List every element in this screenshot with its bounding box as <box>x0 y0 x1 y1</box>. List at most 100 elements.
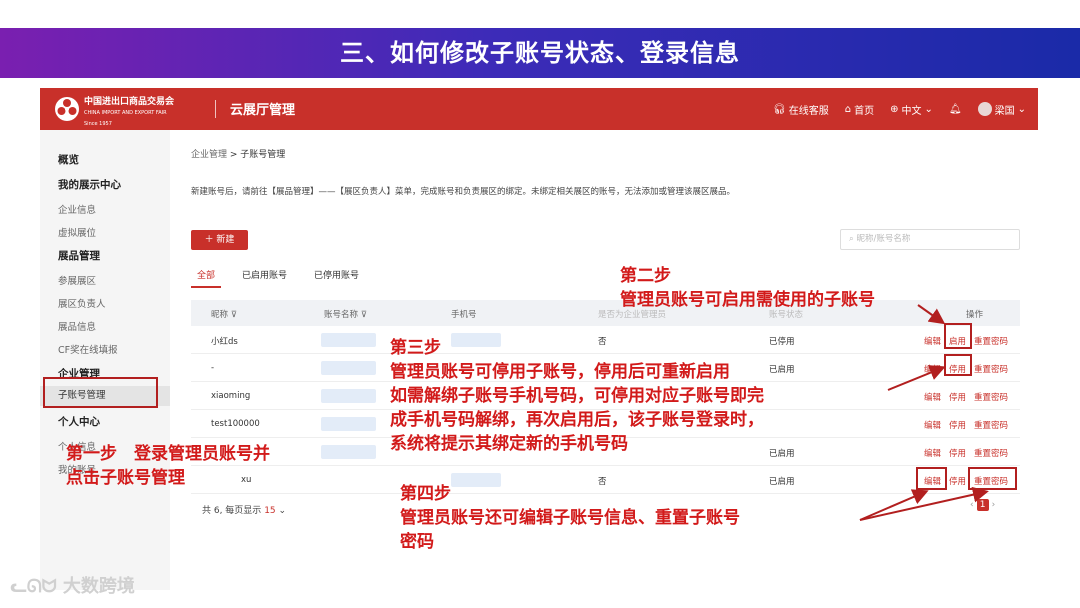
language-label: 中文 <box>901 105 922 117</box>
disable-button[interactable]: 停用 <box>949 475 966 487</box>
pagination-summary: 共 6, 每页显示 15 ⌄ <box>202 503 286 516</box>
column-account-name: 账号名称 ⊽ <box>324 310 367 320</box>
column-phone: 手机号 <box>451 310 477 320</box>
tab-active-indicator <box>191 286 221 288</box>
sidebar-item-personal[interactable]: 个人中心 <box>58 414 100 429</box>
slide-title: 三、如何修改子账号状态、登录信息 <box>0 28 1080 78</box>
avatar <box>977 102 992 116</box>
highlight-sub-account-menu <box>43 377 158 408</box>
edit-button[interactable]: 编辑 <box>924 363 941 375</box>
reset-password-button[interactable]: 重置密码 <box>974 419 1008 431</box>
watermark-text: 大数跨境 <box>62 576 135 597</box>
step3-line2: 管理员账号可停用子账号，停用后可重新启用 <box>390 362 730 382</box>
filter-icon[interactable]: ⊽ <box>231 310 237 320</box>
sidebar-item-exhibit-area[interactable]: 参展展区 <box>58 273 96 287</box>
new-account-button[interactable]: ＋ 新建 <box>191 230 248 250</box>
step4-line3: 密码 <box>400 532 434 552</box>
language-select[interactable]: ⊕ 中文 ⌄ <box>890 102 933 117</box>
edit-button[interactable]: 编辑 <box>924 419 941 431</box>
home-label: 首页 <box>854 105 875 117</box>
cell-status: 已启用 <box>769 477 795 487</box>
edit-button[interactable]: 编辑 <box>924 391 941 403</box>
search-input[interactable]: ⌕ 昵称/账号名称 <box>840 229 1020 250</box>
breadcrumb-parent[interactable]: 企业管理 <box>191 150 227 160</box>
masked-account-name <box>321 389 376 403</box>
step3-annotation: 第三步 管理员账号可停用子账号，停用后可重新启用 如需解绑子账号手机号码，可停用… <box>390 336 764 456</box>
disable-button[interactable]: 停用 <box>949 419 966 431</box>
breadcrumb: 企业管理 > 子账号管理 <box>191 147 285 160</box>
canton-fair-logo-icon <box>55 97 79 121</box>
step1-line1: 第一步 登录管理员账号并 <box>66 444 270 464</box>
home-link[interactable]: ⌂ 首页 <box>845 102 874 117</box>
highlight-edit-button <box>916 467 947 490</box>
reset-password-button[interactable]: 重置密码 <box>974 391 1008 403</box>
header-separator <box>215 100 216 118</box>
step4-line1: 第四步 <box>400 484 451 504</box>
disable-button[interactable]: 停用 <box>949 391 966 403</box>
current-page[interactable]: 1 <box>976 499 989 511</box>
next-page-icon[interactable]: › <box>992 500 996 510</box>
highlight-enable-button <box>944 323 972 349</box>
sidebar-item-virtual-booth[interactable]: 虚拟展位 <box>58 225 96 239</box>
bell-icon: 🔔︎ <box>948 103 962 115</box>
reset-password-button[interactable]: 重置密码 <box>974 363 1008 375</box>
globe-icon: ⊕ <box>890 103 899 115</box>
cell-status: 已启用 <box>769 449 795 459</box>
reset-password-button[interactable]: 重置密码 <box>974 447 1008 459</box>
online-service-label: 在线客服 <box>788 105 829 117</box>
sidebar: 概览 我的展示中心 企业信息 虚拟展位 展品管理 参展展区 展区负责人 展品信息… <box>40 130 170 590</box>
app-header: 中国进出口商品交易会 CHINA IMPORT AND EXPORT FAIR … <box>40 88 1038 130</box>
pagination: ‹ 1 › <box>970 499 995 511</box>
notification-button[interactable]: 🔔︎ <box>949 104 962 115</box>
logo-cn: 中国进出口商品交易会 <box>84 97 175 107</box>
column-nickname: 昵称 ⊽ <box>211 310 237 320</box>
tab-disabled[interactable]: 已停用账号 <box>314 268 359 281</box>
app-title: 云展厅管理 <box>230 103 296 118</box>
cell-status: 已启用 <box>769 365 795 375</box>
sidebar-item-company-info[interactable]: 企业信息 <box>58 202 96 216</box>
breadcrumb-current: 子账号管理 <box>240 150 286 160</box>
sidebar-item-exhibit-info[interactable]: 展品信息 <box>58 319 96 333</box>
masked-account-name <box>321 445 376 459</box>
chevron-down-icon: ⌄ <box>924 103 933 115</box>
breadcrumb-separator: > <box>227 150 241 160</box>
disable-button[interactable]: 停用 <box>949 447 966 459</box>
step1-annotation: 第一步 登录管理员账号并 点击子账号管理 <box>66 442 270 490</box>
step2-line2: 管理员账号可启用需使用的子账号 <box>620 290 875 310</box>
highlight-disable-button <box>944 354 972 376</box>
edit-button[interactable]: 编辑 <box>924 447 941 459</box>
cell-nickname: test100000 <box>211 419 260 429</box>
step3-line3: 如需解绑子账号手机号码，可停用对应子账号即完 <box>390 386 764 406</box>
reset-password-button[interactable]: 重置密码 <box>974 335 1008 347</box>
step4-line2: 管理员账号还可编辑子账号信息、重置子账号 <box>400 508 740 528</box>
masked-account-name <box>321 333 376 347</box>
step2-line1: 第二步 <box>620 266 671 286</box>
chevron-down-icon: ⌄ <box>1017 103 1026 115</box>
logo-en: CHINA IMPORT AND EXPORT FAIR <box>84 110 167 116</box>
notice-text: 新建账号后，请前往【展品管理】——【展区负责人】菜单，完成账号和负责展区的绑定。… <box>191 187 736 197</box>
tab-all[interactable]: 全部 <box>197 268 215 281</box>
prev-page-icon[interactable]: ‹ <box>970 500 974 510</box>
logo-since: Since 1957 <box>84 121 112 127</box>
masked-account-name <box>321 361 376 375</box>
watermark-logo-icon: ᓚᘏᗢ <box>10 576 57 597</box>
sidebar-item-exhibits[interactable]: 展品管理 <box>58 248 100 263</box>
highlight-reset-password-button <box>968 467 1017 490</box>
page-size-select[interactable]: 15 <box>264 506 275 516</box>
cell-nickname: 小红ds <box>211 337 238 347</box>
header-actions: 🎧︎ 在线客服 ⌂ 首页 ⊕ 中文 ⌄ 🔔︎ 梁国 ⌄ <box>773 88 1026 130</box>
step4-annotation: 第四步 管理员账号还可编辑子账号信息、重置子账号 密码 <box>400 482 740 554</box>
sidebar-item-area-manager[interactable]: 展区负责人 <box>58 296 106 310</box>
sidebar-item-overview[interactable]: 概览 <box>58 152 79 167</box>
user-menu[interactable]: 梁国 ⌄ <box>977 102 1026 117</box>
sidebar-item-showcase[interactable]: 我的展示中心 <box>58 177 121 192</box>
logo-text: 中国进出口商品交易会 CHINA IMPORT AND EXPORT FAIR … <box>84 97 194 130</box>
online-service-link[interactable]: 🎧︎ 在线客服 <box>773 102 829 117</box>
watermark: ᓚᘏᗢ 大数跨境 <box>10 572 135 598</box>
filter-icon[interactable]: ⊽ <box>361 310 367 320</box>
tab-enabled[interactable]: 已启用账号 <box>242 268 287 281</box>
step3-line5: 系统将提示其绑定新的手机号码 <box>390 434 628 454</box>
sidebar-item-cf-award[interactable]: CF奖在线填报 <box>58 342 118 356</box>
edit-button[interactable]: 编辑 <box>924 335 941 347</box>
search-placeholder: 昵称/账号名称 <box>856 234 911 244</box>
